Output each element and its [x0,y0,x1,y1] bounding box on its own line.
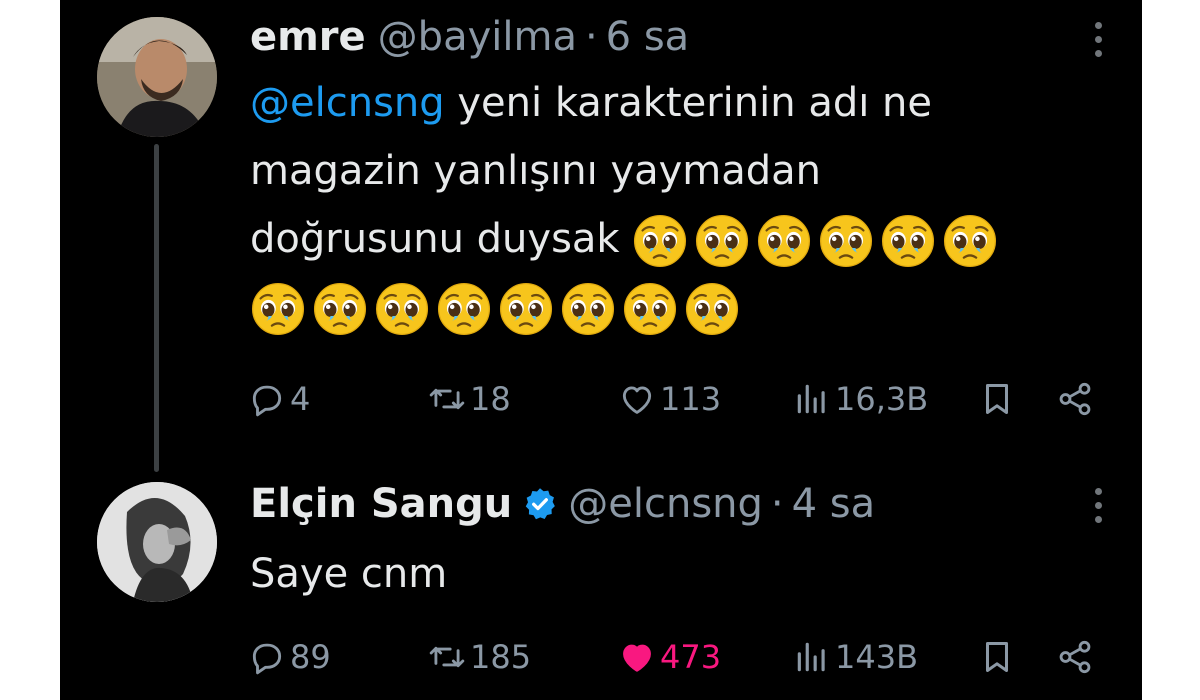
pleading-face-emoji-icon [499,282,553,336]
views-button[interactable]: 16,3B [793,374,928,424]
like-count: 473 [660,638,722,676]
pleading-face-emoji-icon [561,282,615,336]
pleading-face-emoji-icon [313,282,367,336]
reply-icon [252,385,282,417]
share-button[interactable] [1056,632,1098,682]
pleading-face-emoji-icon [685,282,739,336]
retweet-count: 18 [470,380,511,418]
reply-button[interactable]: 89 [248,632,331,682]
views-count: 143B [835,638,919,676]
bookmark-icon [985,384,1009,414]
pleading-face-emoji-icon [251,282,305,336]
bookmark-icon [985,642,1009,672]
retweet-icon [429,646,465,668]
views-button[interactable]: 143B [793,632,918,682]
retweet-count: 185 [470,638,532,676]
like-button[interactable]: 473 [618,632,721,682]
like-count: 113 [660,380,722,418]
tweet-text: @elcnsng yeni karakterinin adı ne magazi… [250,69,1110,341]
timestamp[interactable]: 4 sa [792,474,876,534]
emoji-group [250,281,740,337]
retweet-icon [429,388,465,410]
reply-count: 4 [290,380,311,418]
handle[interactable]: @bayilma [378,7,577,67]
tweet-actions: 4 18 113 16,3B [248,374,1108,424]
tweet-actions: 89 185 473 143B [248,632,1108,682]
bookmark-button[interactable] [978,632,1020,682]
tweet-header: Elçin Sangu @elcnsng · 4 sa [250,474,875,534]
mention-link[interactable]: @elcnsng [250,80,445,126]
views-icon [797,384,825,414]
verified-badge-icon [526,488,556,520]
pleading-face-emoji-icon [375,282,429,336]
display-name[interactable]: Elçin Sangu [250,474,512,534]
retweet-button[interactable]: 185 [428,632,531,682]
tweet-header: emre @bayilma · 6 sa [250,7,689,67]
display-name[interactable]: emre [250,7,366,67]
tweet-text-line3: doğrusunu duysak [250,216,620,262]
pleading-face-emoji-icon [758,214,811,268]
avatar-emre[interactable] [97,17,217,137]
tweet-text: Saye cnm [250,551,448,597]
pleading-face-emoji-icon [634,214,687,268]
emoji-group [632,213,998,269]
more-icon[interactable] [1090,488,1106,532]
like-icon [622,386,652,414]
retweet-button[interactable]: 18 [428,374,511,424]
share-button[interactable] [1056,374,1098,424]
tweet-thread: emre @bayilma · 6 sa @elcnsng yeni karak… [60,0,1142,700]
separator: · [770,481,784,527]
like-button[interactable]: 113 [618,374,721,424]
reply-count: 89 [290,638,331,676]
share-icon [1059,640,1091,674]
like-icon [623,644,651,672]
timestamp[interactable]: 6 sa [606,7,690,67]
views-count: 16,3B [835,380,929,418]
bookmark-button[interactable] [978,374,1020,424]
reply-button[interactable]: 4 [248,374,310,424]
pleading-face-emoji-icon [437,282,491,336]
separator: · [584,14,598,60]
tweet-text-line1: yeni karakterinin adı ne [457,80,933,126]
pleading-face-emoji-icon [882,214,935,268]
thread-connector-line [154,144,159,472]
reply-icon [252,643,282,675]
more-icon[interactable] [1090,22,1106,66]
avatar-elcin-sangu[interactable] [97,482,217,602]
views-icon [797,642,825,672]
share-icon [1059,382,1091,416]
handle[interactable]: @elcnsng [568,474,763,534]
pleading-face-emoji-icon [696,214,749,268]
pleading-face-emoji-icon [944,214,997,268]
pleading-face-emoji-icon [820,214,873,268]
tweet-text-line2: magazin yanlışını yaymadan [250,148,822,194]
pleading-face-emoji-icon [623,282,677,336]
